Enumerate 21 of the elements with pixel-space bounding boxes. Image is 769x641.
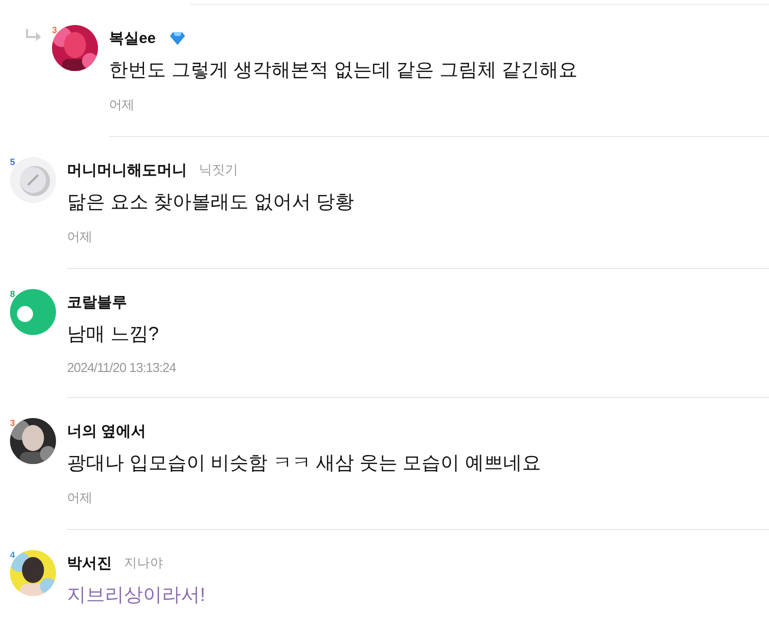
level-number: 3: [10, 419, 16, 428]
comment-time: 2024/11/20 13:13:24: [67, 360, 177, 375]
user-name[interactable]: 박서진: [67, 554, 112, 572]
user-name[interactable]: 복실ee: [109, 28, 156, 48]
level-number: 3: [52, 26, 58, 35]
comment-time: 어제: [109, 96, 135, 114]
comment-time: 어제: [67, 228, 93, 246]
user-tag: 지나야: [124, 554, 163, 572]
user-name[interactable]: 머니머니해도머니: [67, 160, 187, 180]
comment-text: 남매 느낌?: [67, 323, 160, 347]
comment-text: 지브리상이라서!: [67, 584, 206, 608]
level-number: 8: [10, 290, 16, 299]
user-name[interactable]: 코랄블루: [67, 292, 127, 312]
comment-text: 광대나 입모습이 비슷함 ㅋㅋ 새삼 웃는 모습이 예쁘네요: [67, 452, 542, 476]
user-tag: 닉짓기: [199, 161, 238, 179]
comment-text: 한번도 그렇게 생각해본적 없는데 같은 그림체 같긴해요: [109, 59, 579, 83]
comment-time: 어제: [67, 489, 93, 507]
level-number: 4: [10, 551, 16, 560]
comment-text: 닮은 요소 찾아볼래도 없어서 당황: [67, 191, 356, 215]
level-number: 5: [10, 158, 16, 167]
user-name[interactable]: 너의 옆에서: [67, 422, 146, 440]
